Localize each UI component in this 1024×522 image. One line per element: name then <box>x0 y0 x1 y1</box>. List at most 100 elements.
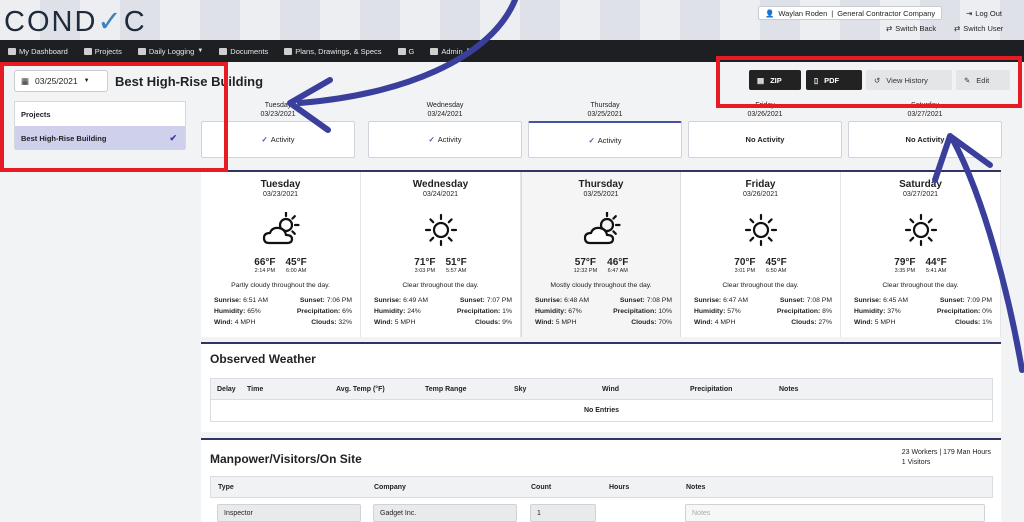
observed-table-header: Delay Time Avg. Temp (°F) Temp Range Sky Wind… <box>210 378 993 400</box>
weather-day-date: 03/27/2021 <box>902 191 939 198</box>
manpower-table-header: Type Company Count Hours Notes <box>210 476 993 498</box>
day-tab[interactable]: No Activity <box>688 121 842 158</box>
day-status: No Activity <box>745 135 785 144</box>
weather-description: Clear throughout the day. <box>402 282 479 289</box>
dashboard-icon <box>8 47 16 55</box>
day-header: Wednesday 03/24/2021 <box>368 101 522 119</box>
high-time: 2:14 PM <box>254 268 276 274</box>
sunset-stat: Sunset: 7:08 PM <box>779 297 832 304</box>
high-temp: 79°F <box>894 257 916 268</box>
weather-day-name: Tuesday <box>260 179 301 190</box>
low-temp: 51°F <box>445 257 467 268</box>
manpower-col-header: Count <box>531 483 552 491</box>
nav-g[interactable]: G <box>390 40 423 62</box>
low-time: 6:47 AM <box>607 268 628 274</box>
day-tab[interactable]: ✓ Activity <box>368 121 522 158</box>
observed-weather-title: Observed Weather <box>210 352 316 366</box>
high-time: 12:32 PM <box>573 268 598 274</box>
user-name: Waylan Roden <box>778 8 828 18</box>
weather-description: Clear throughout the day. <box>882 282 959 289</box>
observed-col-header: Avg. Temp (°F) <box>336 385 385 393</box>
sun-icon <box>901 212 941 248</box>
top-header: COND✓C 👤 Waylan Roden | General Contract… <box>0 0 1024 40</box>
weather-day-name: Wednesday <box>412 179 469 190</box>
wind-stat: Wind: 4 MPH <box>694 319 736 326</box>
weather-day-card: Saturday 03/27/2021 79°F 3:35 PM 44°F 5:41 AM… <box>841 172 1001 337</box>
low-time: 6:00 AM <box>286 268 307 274</box>
day-date: 03/25/2021 <box>587 111 623 118</box>
type-field[interactable]: Inspector <box>217 504 361 522</box>
sunrise-stat: Sunrise: 6:51 AM <box>214 297 269 304</box>
high-temp: 66°F <box>254 257 276 268</box>
nav-dashboard[interactable]: My Dashboard <box>0 40 76 62</box>
logout-link[interactable]: ⇥ Log Out <box>966 9 1002 18</box>
day-tab[interactable]: No Activity <box>848 121 1002 158</box>
condoc-logo[interactable]: COND✓C <box>4 4 147 39</box>
checkmark-icon: ✓ <box>261 135 268 144</box>
high-time: 3:01 PM <box>734 268 756 274</box>
chevron-down-icon: ▼ <box>465 48 472 54</box>
day-status: Activity <box>437 135 462 144</box>
weather-forecast: Tuesday 03/23/2021 66°F 2:14 PM 45°F 6:00 AM P… <box>201 170 1001 337</box>
wind-stat: Wind: 5 MPH <box>535 319 577 326</box>
weather-day-date: 03/26/2021 <box>742 191 779 198</box>
observed-col-header: Temp Range <box>425 385 467 393</box>
count-field[interactable]: 1 <box>530 504 596 522</box>
weather-day-card: Wednesday 03/24/2021 71°F 3:03 PM 51°F 5:57 A… <box>361 172 521 337</box>
company-field[interactable]: Gadget Inc. <box>373 504 517 522</box>
plans-icon <box>284 47 293 55</box>
day-header: Thursday 03/25/2021 <box>528 101 682 119</box>
user-icon: 👤 <box>765 8 775 18</box>
weather-description: Partly cloudy throughout the day. <box>231 282 330 289</box>
high-time: 3:03 PM <box>414 268 436 274</box>
notes-field[interactable]: Notes <box>685 504 985 522</box>
weather-description: Mostly cloudy throughout the day. <box>550 282 652 289</box>
weather-day-date: 03/25/2021 <box>583 191 619 198</box>
nav-daily-logging[interactable]: Daily Logging ▼ <box>130 40 211 62</box>
low-time: 6:50 AM <box>766 268 787 274</box>
user-menu[interactable]: 👤 Waylan Roden | General Contractor Comp… <box>758 6 942 20</box>
low-temp: 45°F <box>285 257 307 268</box>
manpower-summary: 23 Workers | 179 Man Hours 1 Visitors <box>902 448 991 468</box>
sun-icon <box>741 212 781 248</box>
day-status: No Activity <box>905 135 945 144</box>
sunset-stat: Sunset: 7:07 PM <box>459 297 512 304</box>
weather-day-card: Friday 03/26/2021 70°F 3:01 PM 45°F 6:50 AM Cl… <box>681 172 841 337</box>
precip-stat: Precipitation: 10% <box>613 308 672 315</box>
low-time: 5:57 AM <box>446 268 467 274</box>
switch-user-icon: ⇄ <box>954 24 961 33</box>
weather-day-date: 03/23/2021 <box>262 191 299 198</box>
day-date: 03/26/2021 <box>747 111 783 118</box>
day-tab[interactable]: ✓ Activity <box>528 121 682 158</box>
low-time: 5:41 AM <box>926 268 947 274</box>
nav-projects[interactable]: Projects <box>76 40 130 62</box>
sunrise-stat: Sunrise: 6:47 AM <box>694 297 749 304</box>
weather-day-name: Saturday <box>899 179 942 190</box>
manpower-col-header: Hours <box>609 483 630 491</box>
checkmark-icon: ✓ <box>428 135 435 144</box>
sunset-stat: Sunset: 7:08 PM <box>619 297 672 304</box>
observed-col-header: Delay <box>217 385 236 393</box>
day-status: Activity <box>270 135 295 144</box>
observed-weather-panel: Observed Weather Delay Time Avg. Temp (°F)… <box>201 342 1001 432</box>
observed-col-header: Notes <box>779 385 799 393</box>
nav-plans[interactable]: Plans, Drawings, & Specs <box>276 40 389 62</box>
nav-documents[interactable]: Documents <box>211 40 276 62</box>
humidity-stat: Humidity: 67% <box>535 308 582 315</box>
highlight-box-right <box>716 56 1022 108</box>
clouds-stat: Clouds: 32% <box>311 319 352 326</box>
switch-user-link[interactable]: ⇄ Switch User <box>954 24 1003 33</box>
weather-description: Clear throughout the day. <box>722 282 799 289</box>
observed-col-header: Time <box>247 385 264 393</box>
switch-back-link[interactable]: ⇄ Switch Back <box>886 24 936 33</box>
precip-stat: Precipitation: 6% <box>296 308 352 315</box>
low-temp: 45°F <box>765 257 787 268</box>
humidity-stat: Humidity: 24% <box>374 308 421 315</box>
low-temp: 44°F <box>925 257 947 268</box>
manpower-title: Manpower/Visitors/On Site <box>210 452 362 466</box>
nav-admin[interactable]: Admin ▼ <box>422 40 479 62</box>
highlight-box-left <box>0 62 228 172</box>
high-temp: 70°F <box>734 257 756 268</box>
logout-icon: ⇥ <box>966 9 973 18</box>
checkmark-icon: ✓ <box>588 135 595 145</box>
